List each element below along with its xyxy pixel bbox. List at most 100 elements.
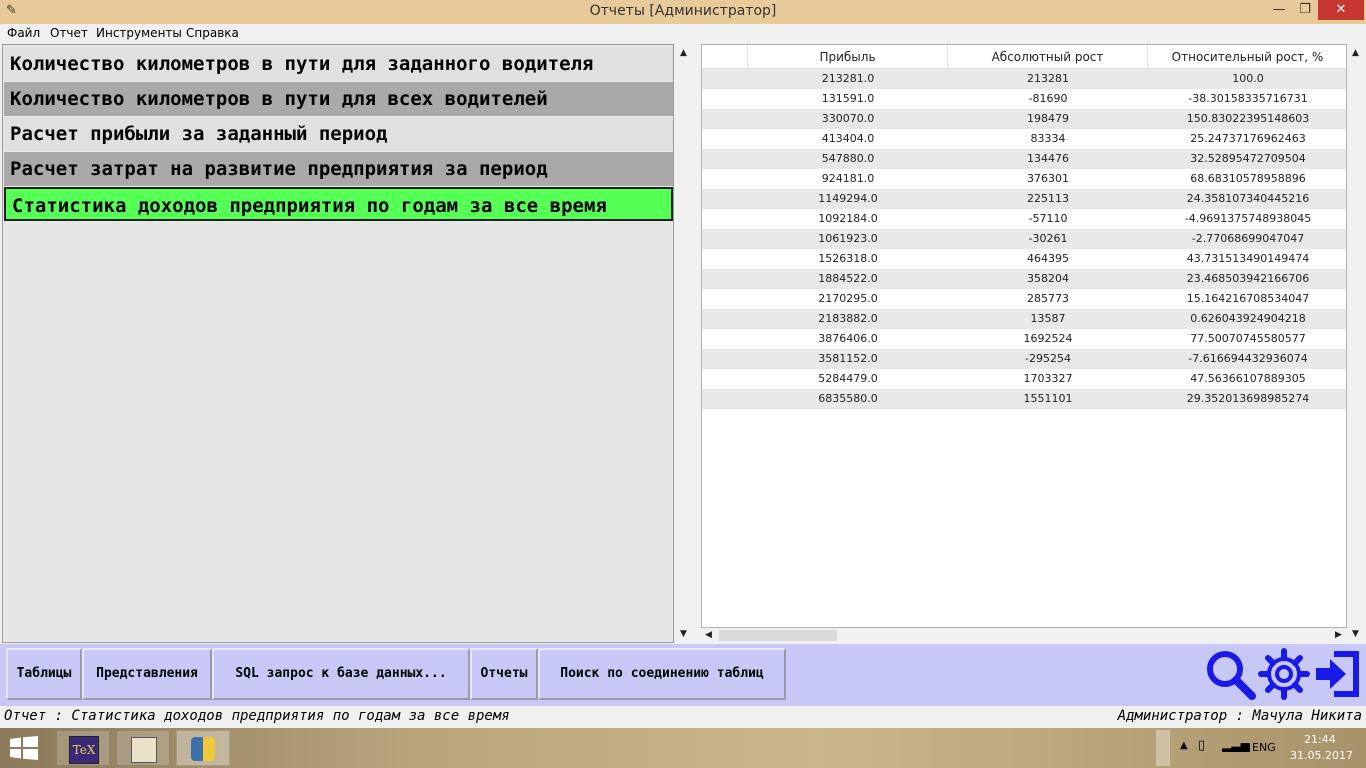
cell-relative-growth: 150.83022395148603 [1186,112,1310,125]
cell-relative-growth: -2.77068699047047 [1191,232,1305,245]
table-row[interactable]: 1092184.0 -57110 -4.9691375748938045 [702,209,1346,229]
network-signal-icon[interactable]: ▂▃▅ [1222,738,1250,752]
status-bar: Отчет : Статистика доходов предприятия п… [0,706,1366,728]
window-title: Отчеты [Администратор] [589,3,777,19]
cell-profit: 131591.0 [821,92,875,105]
left-vertical-scrollbar[interactable]: ▲ ▼ [676,44,691,643]
tex-app-taskbar-button[interactable]: TeX [56,730,110,766]
sql-query-button[interactable]: SQL запрос к базе данных... [212,648,470,700]
report-item-km-driver[interactable]: Количество километров в пути для заданно… [4,47,673,81]
table-row[interactable]: 1149294.0 225113 24.358107340445216 [702,189,1346,209]
column-header-relative-growth[interactable]: Относительный рост, % [1148,45,1346,69]
table-row[interactable]: 3876406.0 1692524 77.50070745580577 [702,329,1346,349]
cell-relative-growth: 100.0 [1232,72,1264,85]
settings-gear-icon[interactable] [1258,648,1310,700]
table-row[interactable]: 547880.0 134476 32.52895472709504 [702,149,1346,169]
file-explorer-taskbar-button[interactable] [116,730,170,766]
horizontal-scroll-thumb[interactable] [719,630,837,641]
tables-button[interactable]: Таблицы [6,648,82,700]
exit-icon[interactable] [1312,648,1364,700]
row-header-corner [702,45,748,69]
column-header-absolute-growth[interactable]: Абсолютный рост [948,45,1148,69]
cell-profit: 213281.0 [821,72,875,85]
cell-absolute-growth: 83334 [1030,132,1066,145]
menu-report[interactable]: Отчет [50,26,88,40]
cell-absolute-growth: 225113 [1027,192,1069,205]
cell-profit: 1526318.0 [818,252,878,265]
cell-relative-growth: 25.24737176962463 [1190,132,1306,145]
cell-profit: 5284479.0 [818,372,878,385]
table-row[interactable]: 2183882.0 13587 0.626043924904218 [702,309,1346,329]
cell-absolute-growth: 13587 [1030,312,1066,325]
table-row[interactable]: 213281.0 213281 100.0 [702,69,1346,89]
report-list: Количество километров в пути для заданно… [2,44,674,643]
title-bar: ✎ Отчеты [Администратор] — ❐ ✕ [0,0,1366,24]
table-row[interactable]: 6835580.0 1551101 29.352013698985274 [702,389,1346,409]
cell-relative-growth: 15.164216708534047 [1186,292,1310,305]
cell-profit: 413404.0 [821,132,875,145]
cell-profit: 924181.0 [821,172,875,185]
cell-profit: 6835580.0 [818,392,878,405]
cell-absolute-growth: 285773 [1027,292,1069,305]
battery-icon[interactable]: ▯ [1198,738,1205,753]
menu-tools[interactable]: Инструменты [96,26,182,40]
clock-time[interactable]: 21:44 [1304,733,1336,746]
table-row[interactable]: 2170295.0 285773 15.164216708534047 [702,289,1346,309]
cell-absolute-growth: 134476 [1027,152,1069,165]
cell-absolute-growth: 358204 [1027,272,1069,285]
table-vertical-scrollbar[interactable]: ▲ ▼ [1348,44,1364,643]
cell-absolute-growth: -30261 [1028,232,1068,245]
scroll-up-icon[interactable]: ▲ [1348,46,1363,61]
report-item-development-costs[interactable]: Расчет затрат на развитие предприятия за… [4,152,673,186]
windows-start-icon[interactable] [10,736,38,760]
taskbar-scroll-handle[interactable] [1156,730,1170,766]
menu-bar: Файл Отчет Инструменты Справка [0,24,1366,42]
search-icon[interactable] [1204,648,1256,700]
table-row[interactable]: 3581152.0 -295254 -7.616694432936074 [702,349,1346,369]
scroll-down-icon[interactable]: ▼ [676,627,691,642]
cell-profit: 2183882.0 [818,312,878,325]
cell-relative-growth: 68.68310578958896 [1190,172,1306,185]
scroll-down-icon[interactable]: ▼ [1348,627,1363,642]
table-horizontal-scrollbar[interactable]: ◀ ▶ [701,628,1347,643]
table-row[interactable]: 1061923.0 -30261 -2.77068699047047 [702,229,1346,249]
scroll-up-icon[interactable]: ▲ [676,46,691,61]
report-item-km-all-drivers[interactable]: Количество километров в пути для всех во… [4,82,673,116]
bottom-toolbar: Таблицы Представления SQL запрос к базе … [0,644,1366,706]
cell-absolute-growth: 464395 [1027,252,1069,265]
cell-absolute-growth: -295254 [1025,352,1071,365]
table-row[interactable]: 131591.0 -81690 -38.30158335716731 [702,89,1346,109]
menu-file[interactable]: Файл [7,26,40,40]
menu-help[interactable]: Справка [186,26,239,40]
language-indicator[interactable]: ENG [1252,741,1276,754]
table-row[interactable]: 1526318.0 464395 43.731513490149474 [702,249,1346,269]
cell-profit: 3876406.0 [818,332,878,345]
python-app-taskbar-button[interactable] [176,730,230,766]
cell-relative-growth: 24.358107340445216 [1186,192,1310,205]
cell-relative-growth: 43.731513490149474 [1186,252,1310,265]
maximize-button[interactable]: ❐ [1288,0,1322,20]
cell-absolute-growth: 1703327 [1023,372,1073,385]
table-row[interactable]: 413404.0 83334 25.24737176962463 [702,129,1346,149]
join-search-button[interactable]: Поиск по соединению таблиц [538,648,786,700]
table-row[interactable]: 1884522.0 358204 23.468503942166706 [702,269,1346,289]
scroll-right-icon[interactable]: ▶ [1331,628,1346,643]
file-manager-icon [131,737,157,763]
cell-absolute-growth: 198479 [1027,112,1069,125]
tray-expand-icon[interactable]: ▲ [1180,740,1188,751]
cell-absolute-growth: -57110 [1028,212,1068,225]
scroll-left-icon[interactable]: ◀ [701,628,716,643]
report-item-income-statistics[interactable]: Статистика доходов предприятия по годам … [4,187,673,221]
table-row[interactable]: 5284479.0 1703327 47.56366107889305 [702,369,1346,389]
table-row[interactable]: 924181.0 376301 68.68310578958896 [702,169,1346,189]
cell-absolute-growth: 376301 [1027,172,1069,185]
column-header-profit[interactable]: Прибыль [748,45,948,69]
cell-relative-growth: 0.626043924904218 [1190,312,1306,325]
reports-button[interactable]: Отчеты [470,648,538,700]
report-item-profit-period[interactable]: Расчет прибыли за заданный период [4,117,673,151]
clock-date[interactable]: 31.05.2017 [1290,749,1353,762]
close-button[interactable]: ✕ [1318,0,1364,20]
views-button[interactable]: Представления [82,648,212,700]
table-row[interactable]: 330070.0 198479 150.83022395148603 [702,109,1346,129]
windows-taskbar: TeX ▲ ▯ ▂▃▅ ENG 21:44 31.05.2017 [0,728,1366,768]
